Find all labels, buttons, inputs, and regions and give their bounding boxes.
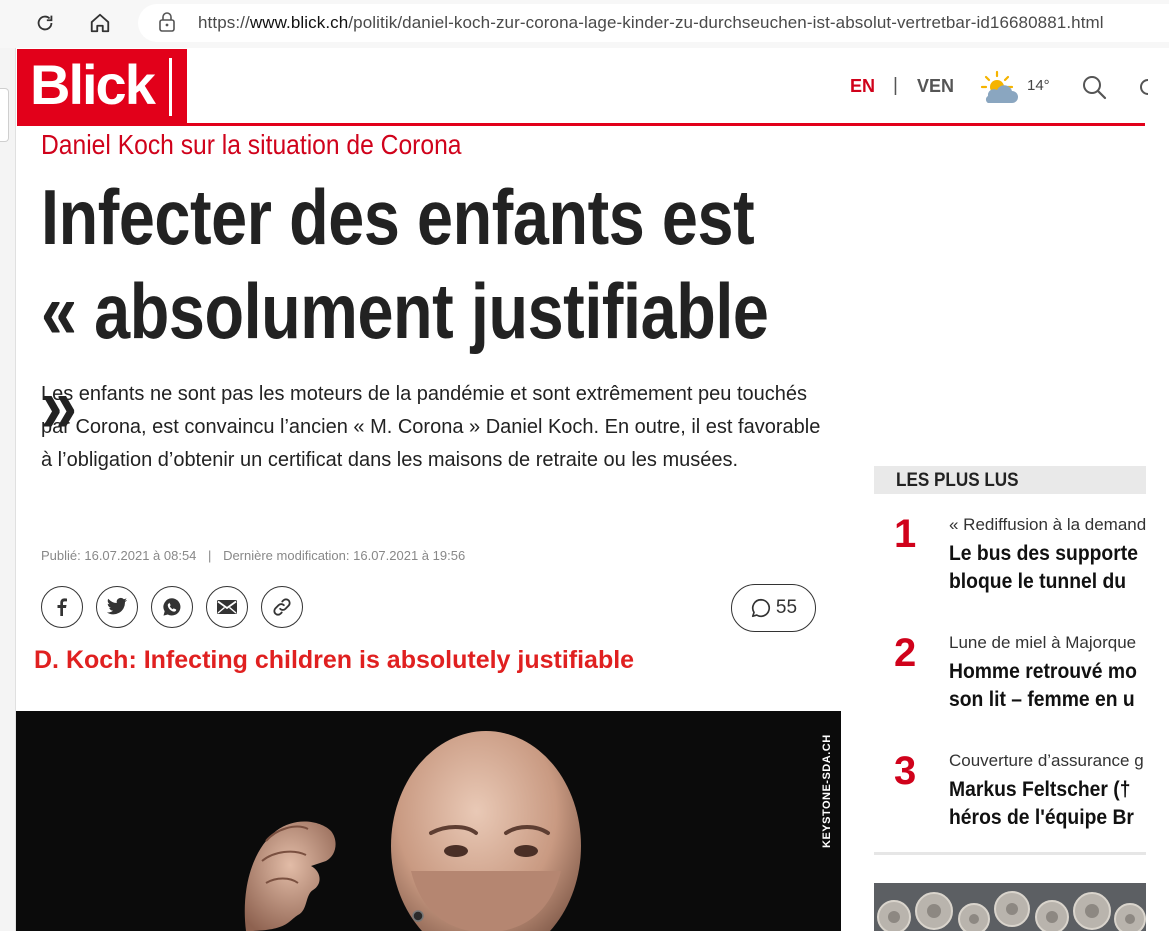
article-meta: Publié: 16.07.2021 à 08:54 | Dernière mo… <box>41 548 465 563</box>
most-read-list: 1 « Rediffusion à la demande Le bus des … <box>874 500 1146 860</box>
rank-number: 2 <box>894 631 917 675</box>
logo-text: Blick <box>30 53 156 116</box>
svg-text:KEYSTONE-SDA.CH: KEYSTONE-SDA.CH <box>821 734 833 848</box>
comment-count: 55 <box>775 597 798 618</box>
url-domain: www.blick.ch <box>249 13 349 32</box>
item-title-line: son lit – femme en u <box>949 688 1135 711</box>
article-kicker: Daniel Koch sur la situation de Corona <box>41 129 462 160</box>
translation-annotation: D. Koch: Infecting children is absolutel… <box>34 646 635 674</box>
mail-icon[interactable] <box>206 586 248 628</box>
teaser-image[interactable] <box>874 883 1146 931</box>
user-icon[interactable] <box>1140 78 1148 96</box>
reload-icon[interactable] <box>30 8 60 38</box>
facebook-icon[interactable] <box>41 586 83 628</box>
most-read-divider <box>874 852 1146 855</box>
item-title-line: Markus Feltscher († <box>949 778 1131 801</box>
item-title: Homme retrouvé mo son lit – femme en u <box>949 658 1137 714</box>
item-kicker: Couverture d’assurance g <box>949 751 1144 770</box>
logo-divider <box>169 58 172 116</box>
link-icon[interactable] <box>261 586 303 628</box>
url-scheme: https:// <box>198 13 250 32</box>
temperature: 14° <box>1027 77 1050 94</box>
meta-separator: | <box>208 548 212 563</box>
item-title-line: Homme retrouvé mo <box>949 660 1137 683</box>
item-title: Markus Feltscher († héros de l'équipe Br <box>949 776 1134 832</box>
most-read-item-2[interactable]: 2 Lune de miel à Majorque Homme retrouvé… <box>874 620 1146 730</box>
url-path: /politik/daniel-koch-zur-corona-lage-kin… <box>348 13 1104 32</box>
most-read-item-3[interactable]: 3 Couverture d’assurance g Markus Feltsc… <box>874 738 1146 848</box>
sidebar-toggle[interactable] <box>0 88 9 142</box>
rank-number: 1 <box>894 512 917 556</box>
item-title: Le bus des supporte bloque le tunnel du <box>949 540 1138 596</box>
item-kicker: Lune de miel à Majorque <box>949 633 1137 652</box>
whatsapp-icon[interactable] <box>151 586 193 628</box>
published-date: Publié: 16.07.2021 à 08:54 <box>41 548 197 563</box>
sidebar-edge <box>0 48 16 931</box>
item-kicker: « Rediffusion à la demande <box>949 515 1146 534</box>
most-read-item-1[interactable]: 1 « Rediffusion à la demande Le bus des … <box>874 500 1146 610</box>
item-title-line: bloque le tunnel du <box>949 570 1127 593</box>
rank-number: 3 <box>894 749 917 793</box>
home-icon[interactable] <box>85 8 115 38</box>
comment-bubble-icon <box>751 598 770 618</box>
twitter-icon[interactable] <box>96 586 138 628</box>
search-icon[interactable] <box>1080 73 1108 101</box>
lang-ven-link[interactable]: VEN <box>917 76 954 97</box>
item-title-line: Le bus des supporte <box>949 542 1138 565</box>
article-lead: Les enfants ne sont pas les moteurs de l… <box>41 383 821 471</box>
partly-cloudy-icon[interactable] <box>978 70 1020 106</box>
header-divider <box>17 123 1145 126</box>
item-title-line: héros de l'équipe Br <box>949 806 1134 829</box>
photo-credit: KEYSTONE-SDA.CH <box>818 730 834 850</box>
article-photo[interactable] <box>16 711 841 931</box>
url-text[interactable]: https://www.blick.ch/politik/daniel-koch… <box>198 13 1104 33</box>
modified-date: Dernière modification: 16.07.2021 à 19:5… <box>223 548 466 563</box>
lock-icon[interactable] <box>158 12 176 37</box>
comments-button[interactable]: 55 <box>731 584 816 632</box>
lang-en-link[interactable]: EN <box>850 76 875 97</box>
most-read-title: LES PLUS LUS <box>896 470 1019 491</box>
lang-separator: | <box>893 75 898 96</box>
